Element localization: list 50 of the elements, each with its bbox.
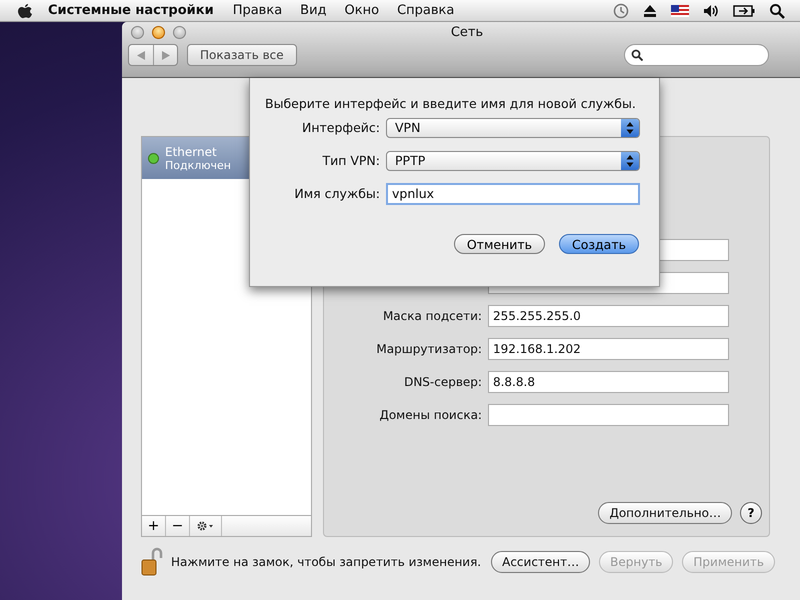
- input-field[interactable]: [488, 404, 729, 426]
- list-action-button[interactable]: −: [166, 516, 190, 536]
- stepper-arrows-icon: [621, 118, 639, 136]
- footer-button[interactable]: Ассистент…: [491, 551, 590, 573]
- sheet-button[interactable]: Отменить: [454, 234, 546, 254]
- speaker-icon[interactable]: [703, 4, 719, 18]
- field-label: Тип VPN:: [321, 153, 381, 168]
- menu-item[interactable]: Правка: [224, 3, 292, 18]
- field-label: Интерфейс:: [300, 120, 381, 135]
- window-title: Сеть: [450, 25, 484, 40]
- flag-icon[interactable]: [671, 4, 689, 16]
- close-button[interactable]: [131, 26, 144, 39]
- gear-icon: [196, 521, 216, 531]
- search-icon[interactable]: [769, 2, 785, 18]
- field-label: Домены поиска:: [378, 408, 483, 422]
- clock-icon[interactable]: [613, 2, 629, 18]
- search-icon: [631, 49, 643, 61]
- list-action-button[interactable]: +: [142, 516, 166, 536]
- sheet-prompt: Выберите интерфейс и введите имя для новой службы.: [264, 96, 637, 111]
- minimize-button[interactable]: [152, 26, 165, 39]
- zoom-button[interactable]: [173, 26, 186, 39]
- help-button[interactable]: ?: [740, 502, 762, 524]
- stepper-arrows-icon: [621, 152, 639, 170]
- search-field[interactable]: [624, 44, 769, 66]
- input-field[interactable]: 192.168.1.202: [488, 338, 729, 360]
- menu-item[interactable]: Справка: [388, 3, 464, 18]
- eject-icon[interactable]: [643, 4, 657, 18]
- popup-menu[interactable]: VPN: [386, 118, 640, 138]
- app-menu[interactable]: Системные настройки: [32, 3, 224, 18]
- service-name: Ethernet: [165, 144, 218, 158]
- menu-item[interactable]: Вид: [291, 3, 336, 18]
- field-label: Имя службы:: [293, 186, 381, 201]
- sheet-button[interactable]: Создать: [559, 234, 639, 254]
- field-label: Маршрутизатор:: [375, 342, 483, 356]
- field-label: DNS-сервер:: [403, 374, 483, 388]
- show-all-button[interactable]: Показать все: [187, 44, 297, 66]
- padlock-icon[interactable]: [141, 547, 163, 577]
- battery-icon[interactable]: [733, 4, 755, 16]
- input-field[interactable]: 8.8.8.8: [488, 370, 729, 392]
- field-label: Маска подсети:: [382, 308, 483, 322]
- input-field[interactable]: vpnlux: [386, 182, 640, 204]
- input-field[interactable]: 255.255.255.0: [488, 304, 729, 326]
- menu-item[interactable]: Окно: [336, 3, 388, 18]
- advanced-button[interactable]: Дополнительно…: [598, 502, 732, 524]
- popup-menu[interactable]: PPTP: [386, 150, 640, 170]
- apple-icon[interactable]: [18, 2, 32, 18]
- lock-text: Нажмите на замок, чтобы запретить изменения.: [171, 555, 482, 569]
- service-status: Подключен: [165, 158, 231, 172]
- right-triangle-icon: [162, 50, 170, 60]
- left-triangle-icon: [137, 50, 145, 60]
